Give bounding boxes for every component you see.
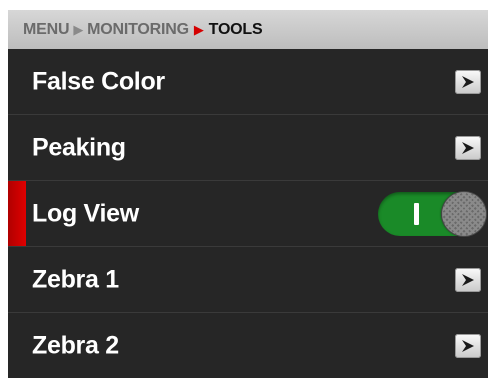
breadcrumb-menu[interactable]: MENU [23,21,70,39]
log-view-toggle[interactable] [378,191,486,236]
breadcrumb-tools: TOOLS [208,20,263,38]
menu-item-zebra-2[interactable]: Zebra 2 [8,313,488,378]
breadcrumb-separator-icon: ▶ [73,21,84,37]
chevron-right-icon[interactable] [455,333,481,358]
chevron-right-icon[interactable] [455,135,481,160]
menu-item-zebra-1[interactable]: Zebra 1 [8,247,488,313]
toggle-knob[interactable] [442,191,486,236]
menu-item-peaking[interactable]: Peaking [8,115,488,181]
selection-marker [8,181,26,246]
toggle-on-indicator-icon [414,202,419,225]
menu-item-false-color[interactable]: False Color [8,49,488,115]
menu-item-label: Log View [32,199,139,227]
breadcrumb: MENU ▶ MONITORING ▶ TOOLS [8,10,488,49]
chevron-right-icon[interactable] [455,267,481,292]
menu-item-label: False Color [32,67,165,95]
menu-item-label: Zebra 1 [32,265,119,293]
menu-item-log-view[interactable]: Log View [8,181,488,247]
chevron-right-icon[interactable] [455,69,481,94]
monitoring-tools-panel: MENU ▶ MONITORING ▶ TOOLS False Color Pe… [8,10,488,378]
menu-item-label: Peaking [32,133,126,161]
menu-item-label: Zebra 2 [32,331,119,359]
breadcrumb-monitoring[interactable]: MONITORING [87,21,189,39]
breadcrumb-separator-active-icon: ▶ [193,21,204,37]
